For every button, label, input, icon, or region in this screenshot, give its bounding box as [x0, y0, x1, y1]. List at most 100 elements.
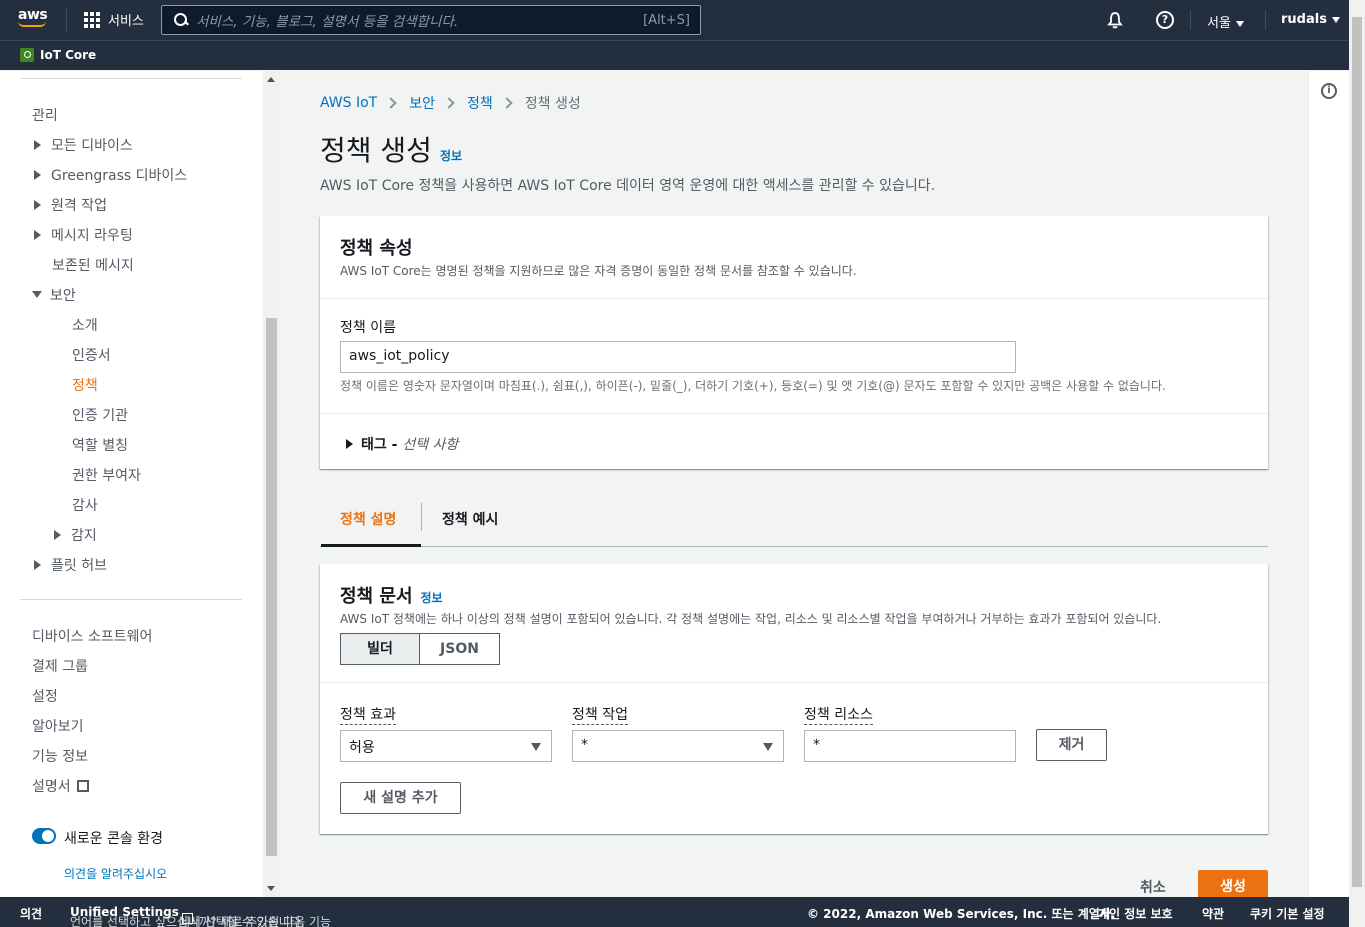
account-name: rudals: [1281, 12, 1327, 27]
sidebar-item-certificates[interactable]: 인증서: [72, 345, 111, 365]
region-selector[interactable]: 서울: [1207, 12, 1244, 31]
add-statement-button[interactable]: 새 설명 추가: [340, 782, 461, 814]
aws-logo[interactable]: aws: [18, 8, 50, 32]
sidebar-item-security[interactable]: 보안: [32, 285, 76, 305]
caret-right-icon: [34, 560, 41, 570]
json-mode-button[interactable]: JSON: [420, 634, 499, 664]
chevron-right-icon: [501, 97, 513, 109]
policy-document-panel: 정책 문서 정보 AWS IoT 정책에는 하나 이상의 정책 설명이 포함되어 …: [320, 564, 1268, 834]
sidebar-item-retained-messages[interactable]: 보존된 메시지: [52, 255, 134, 275]
tags-expander[interactable]: 태그 - 선택 사항: [346, 434, 458, 454]
search-shortcut: [Alt+S]: [643, 12, 690, 28]
sidebar-item-label: 설명서: [32, 779, 71, 795]
account-menu[interactable]: rudals: [1281, 12, 1340, 27]
footer-language-prompt: 언어를 선택하고 싶으십니까? 새로 추가된 다음 기능 Unified Sett…: [70, 905, 331, 927]
sidebar-item-policies[interactable]: 정책: [72, 375, 98, 395]
breadcrumb: AWS IoT 보안 정책 정책 생성: [320, 93, 581, 113]
side-navigation: 관리 모든 디바이스 Greengrass 디바이스 원격 작업 메시지 라우팅…: [0, 71, 263, 897]
footer-cookie-link[interactable]: 쿠키 기본 설정: [1250, 905, 1325, 922]
breadcrumb-aws-iot[interactable]: AWS IoT: [320, 95, 377, 111]
scroll-down-arrow-icon[interactable]: [267, 886, 275, 891]
panel-header: 정책 문서 정보: [340, 582, 443, 608]
footer-feedback-link[interactable]: 의견: [20, 905, 42, 922]
page-scrollbar[interactable]: [1349, 0, 1365, 927]
sidebar-item-fleet-hub[interactable]: 플릿 허브: [34, 555, 107, 575]
caret-right-icon: [346, 439, 353, 449]
sidebar-scrollbar[interactable]: [263, 71, 280, 897]
tab-policy-examples[interactable]: 정책 예시: [442, 509, 498, 529]
sidebar-item-all-devices[interactable]: 모든 디바이스: [34, 135, 133, 155]
action-select[interactable]: *: [572, 730, 784, 762]
tab-policy-statements[interactable]: 정책 설명: [340, 509, 396, 529]
chevron-down-icon: [1331, 16, 1340, 23]
tools-panel-rail: i: [1308, 71, 1349, 897]
cancel-button[interactable]: 취소: [1140, 877, 1166, 897]
panel-divider: [320, 682, 1268, 683]
policy-properties-panel: 정책 속성 AWS IoT Core는 명명된 정책을 지원하므로 많은 자격 …: [320, 216, 1268, 469]
new-console-label: 새로운 콘솔 환경: [64, 831, 164, 847]
sidebar-divider: [20, 78, 242, 79]
bell-icon[interactable]: [1106, 11, 1124, 29]
breadcrumb-policies[interactable]: 정책: [467, 93, 493, 113]
effect-value: 허용: [349, 740, 375, 756]
footer-language-text-end: 에서 선택할 수 있습니다.: [178, 915, 305, 927]
main-content: AWS IoT 보안 정책 정책 생성 정책 생성 정보 AWS IoT Core…: [280, 71, 1308, 902]
sidebar-item-greengrass[interactable]: Greengrass 디바이스: [34, 165, 187, 185]
tab-divider: [421, 503, 422, 531]
sidebar-item-intro[interactable]: 소개: [72, 315, 98, 335]
sidebar-item-feature-spotlight[interactable]: 기능 정보: [32, 746, 88, 766]
info-link[interactable]: 정보: [421, 591, 443, 605]
service-shortcut-iot-core[interactable]: IoT Core: [20, 48, 96, 62]
builder-mode-button[interactable]: 빌더: [341, 634, 420, 664]
search-input[interactable]: 서비스, 기능, 블로그, 설명서 등을 검색합니다. [Alt+S]: [161, 5, 701, 35]
sidebar-item-label: 감지: [71, 528, 97, 544]
scroll-up-arrow-icon[interactable]: [267, 77, 275, 82]
services-label: 서비스: [108, 14, 144, 29]
panel-title: 정책 문서: [340, 586, 413, 607]
sidebar-item-documentation[interactable]: 설명서: [32, 776, 89, 796]
chevron-down-icon: [1235, 20, 1244, 27]
footer-terms-link[interactable]: 약관: [1202, 905, 1224, 922]
sidebar-item-message-routing[interactable]: 메시지 라우팅: [34, 225, 133, 245]
resource-label-text: 정책 리소스: [804, 707, 873, 725]
action-label-text: 정책 작업: [572, 707, 628, 725]
new-console-toggle[interactable]: [32, 828, 56, 844]
external-link-icon: [76, 780, 89, 792]
sidebar-item-authorizers[interactable]: 권한 부여자: [72, 465, 141, 485]
scrollbar-thumb[interactable]: [1352, 17, 1362, 887]
footer-privacy-link[interactable]: 개인 정보 보호: [1098, 905, 1173, 922]
action-label: 정책 작업: [572, 704, 628, 725]
top-navigation: aws 서비스 서비스, 기능, 블로그, 설명서 등을 검색합니다. [Alt…: [0, 0, 1349, 40]
caret-right-icon: [34, 200, 41, 210]
scrollbar-thumb[interactable]: [266, 318, 277, 856]
panel-subtitle: AWS IoT 정책에는 하나 이상의 정책 설명이 포함되어 있습니다. 각 …: [340, 612, 1162, 626]
remove-statement-button[interactable]: 제거: [1036, 729, 1107, 761]
sidebar-item-settings[interactable]: 설정: [32, 686, 58, 706]
breadcrumb-security[interactable]: 보안: [409, 93, 435, 113]
policy-name-label: 정책 이름: [340, 320, 396, 336]
info-icon[interactable]: i: [1321, 83, 1337, 99]
caret-down-icon: [531, 743, 541, 751]
chevron-right-icon: [443, 97, 455, 109]
page-title: 정책 생성 정보: [320, 129, 462, 169]
feedback-link[interactable]: 의견을 알려주십시오: [64, 865, 167, 882]
policy-name-input[interactable]: aws_iot_policy: [340, 341, 1016, 373]
sidebar-item-detect[interactable]: 감지: [54, 525, 97, 545]
sidebar-item-learn[interactable]: 알아보기: [32, 716, 84, 736]
service-name: IoT Core: [40, 48, 97, 62]
effect-select[interactable]: 허용: [340, 730, 552, 762]
sidebar-divider: [20, 599, 242, 600]
sidebar-item-role-aliases[interactable]: 역할 별칭: [72, 435, 128, 455]
sidebar-item-remote-actions[interactable]: 원격 작업: [34, 195, 107, 215]
services-menu-button[interactable]: 서비스: [84, 10, 144, 29]
caret-right-icon: [54, 530, 61, 540]
info-link[interactable]: 정보: [440, 149, 462, 163]
sidebar-item-certificate-authorities[interactable]: 인증 기관: [72, 405, 128, 425]
sidebar-item-device-software[interactable]: 디바이스 소프트웨어: [32, 626, 152, 646]
sidebar-item-billing-groups[interactable]: 결제 그룹: [32, 656, 88, 676]
help-icon[interactable]: ?: [1156, 11, 1174, 29]
sidebar-item-audit[interactable]: 감사: [72, 495, 98, 515]
footer-copyright: © 2022, Amazon Web Services, Inc. 또는 계열사…: [807, 907, 1116, 921]
resource-input[interactable]: *: [804, 730, 1016, 762]
tags-optional: 선택 사항: [402, 437, 459, 453]
